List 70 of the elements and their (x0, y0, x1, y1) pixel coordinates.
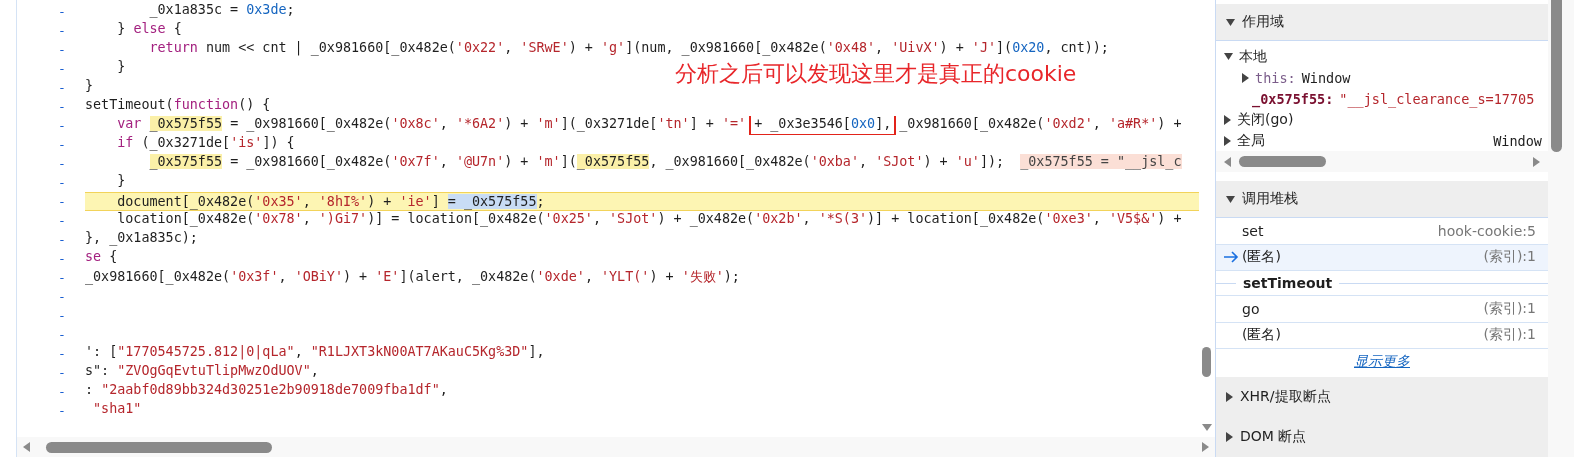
code-line: } (116, 59, 126, 76)
code-line: _0x575f55 = _0x981660[_0x482e('0x7f', '@U7n') + 'm'](_0x575f55, _0x981660[_0x482e('0xba', 'SJot') + 'u']); _0x575f55 = "__jsl_c (148, 154, 1182, 172)
async-separator-label: setTimeout (1242, 275, 1334, 292)
code-line: } else { (116, 21, 182, 38)
line-marker[interactable]: - (17, 175, 85, 190)
code-line: _0x1a835c = 0x3de; (148, 2, 295, 20)
collapsed-triangle-icon (1226, 392, 1233, 402)
line-marker[interactable]: - (17, 270, 85, 285)
section-header[interactable]: 调用堆栈 (1216, 181, 1548, 219)
code-line: "sha1" (92, 401, 142, 418)
line-marker[interactable]: - (17, 80, 85, 95)
code-line: var _0x575f55 = _0x981660[_0x482e('0x8c', '*6A2') + 'm'](_0x3271de['tn'] + '=' + _0x3e3546[0x0], _0x981660[_0x482e('0xd2', 'a#R*') + (85, 116, 1182, 135)
section-header[interactable]: 作用域 (1216, 4, 1548, 41)
line-marker[interactable]: - (17, 99, 85, 114)
show-more-link[interactable]: 显示更多 (1354, 353, 1410, 371)
line-marker[interactable]: - (17, 4, 85, 19)
scrollbar-thumb[interactable] (1239, 156, 1326, 168)
annotation-text: 分析之后可以发现这里才是真正的cookie (675, 61, 1077, 87)
code-line: } (116, 173, 126, 190)
call-frame[interactable]: (匿名) (索引):1 (1216, 322, 1548, 349)
code-line: }, _0x1a835c); (85, 230, 198, 248)
call-frame[interactable]: (匿名) (索引):1 (1216, 244, 1548, 272)
scope-tree-item[interactable]: 关闭(go) (1224, 109, 1548, 130)
scope-tree-item[interactable]: _0x575f55: "__jsl_clearance_s=17705 (1224, 88, 1548, 109)
line-marker[interactable]: - (17, 365, 85, 380)
expanded-triangle-icon (1226, 195, 1235, 203)
code-line: se { (85, 249, 118, 266)
code-line: ': ["1770545725.812|0|qLa", "R1LJXT3kN00AT7AKauC5Kg%3D"], (85, 344, 545, 362)
code-line: return num << cnt | _0x981660[_0x482e('0x22', 'SRwE') + 'g'](num, _0x981660[_0x482e('0x48', 'UivX') + 'J'](0x20, cnt)); (148, 40, 1109, 58)
section-header[interactable]: XHR/提取断点 (1216, 377, 1548, 417)
line-marker[interactable]: - (17, 308, 85, 323)
line-marker[interactable]: - (17, 346, 85, 361)
call-frame[interactable]: set hook-cookie:5 (1216, 218, 1548, 245)
scrollbar-thumb[interactable] (1551, 0, 1562, 152)
code-line: setTimeout(function() { (85, 97, 271, 114)
scroll-down-icon[interactable] (1202, 424, 1212, 431)
section-header[interactable]: DOM 断点 (1216, 417, 1548, 457)
line-marker[interactable]: - (17, 23, 85, 38)
scope-tree-item[interactable]: this: Window (1224, 67, 1548, 88)
line-marker[interactable]: - (17, 251, 85, 266)
collapsed-triangle-icon (1226, 432, 1233, 442)
scroll-left-icon[interactable] (23, 442, 30, 452)
code-line: if (_0x3271de['is']) { (116, 135, 295, 153)
call-frame[interactable]: go (索引):1 (1216, 296, 1548, 323)
scroll-left-icon[interactable] (1224, 156, 1231, 167)
code-line: s": "ZVOgGqEvtuTlipMwzOdUOV", (85, 363, 319, 380)
current-frame-arrow-icon (1223, 251, 1239, 264)
scope-tree-item[interactable]: 全局 Window (1224, 130, 1548, 151)
line-marker[interactable]: - (17, 213, 85, 228)
code-line: : "2aabf0d89bb324d30251e2b90918de7009fba1df", (85, 382, 448, 399)
line-marker[interactable]: - (17, 289, 85, 304)
line-marker[interactable]: - (17, 156, 85, 171)
expanded-triangle-icon (1226, 18, 1235, 26)
scroll-right-icon[interactable] (1202, 442, 1209, 452)
line-marker[interactable]: - (17, 118, 85, 133)
scroll-right-icon[interactable] (1533, 156, 1540, 167)
line-marker[interactable]: - (17, 194, 85, 209)
code-line: location[_0x482e('0x78', ')Gi7')] = location[_0x482e('0x25', 'SJot') + _0x482e('0x2b', '*S(3')] + location[_0x482e('0xe3', 'V5$&') + (116, 211, 1182, 229)
scrollbar-thumb[interactable] (46, 441, 272, 453)
line-marker[interactable]: - (17, 384, 85, 399)
line-marker[interactable]: - (17, 42, 85, 57)
line-marker[interactable]: - (17, 327, 85, 342)
scope-tree-item[interactable]: 本地 (1224, 46, 1548, 67)
code-line: } (85, 78, 94, 95)
line-marker[interactable]: - (17, 403, 85, 418)
code-line: _0x981660[_0x482e('0x3f', 'OBiY') + 'E'](alert, _0x482e('0xde', 'YLT(') + '失败'); (85, 268, 740, 287)
line-marker[interactable]: - (17, 61, 85, 76)
scrollbar-thumb[interactable] (1202, 347, 1211, 377)
line-marker[interactable]: - (17, 232, 85, 247)
line-marker[interactable]: - (17, 137, 85, 152)
